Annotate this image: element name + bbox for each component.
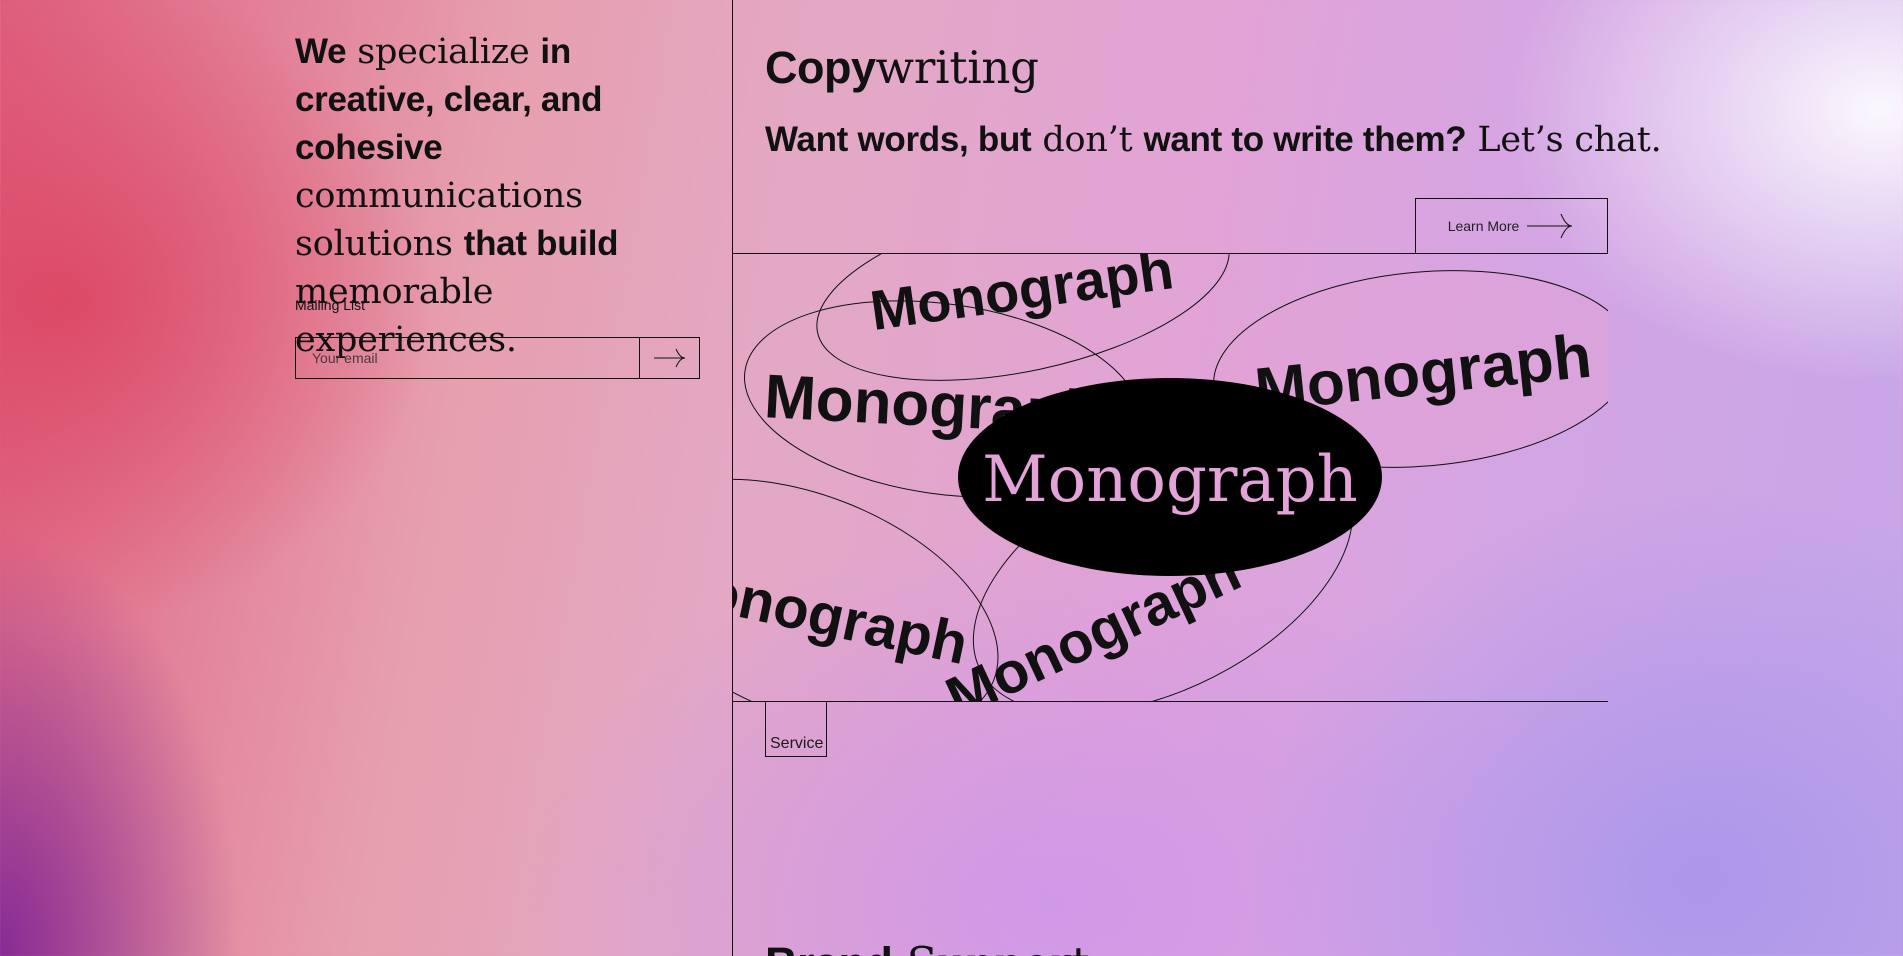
mailing-list-label: Mailing List xyxy=(295,297,366,313)
tagline-part4: Let’s chat. xyxy=(1466,120,1662,160)
monograph-word: Monograph xyxy=(733,548,973,677)
panel-divider-bottom xyxy=(733,701,1608,702)
mailing-list-form xyxy=(295,337,700,379)
next-service-title: Brand Support xyxy=(765,936,1090,956)
intro-text-5: that build xyxy=(463,224,619,263)
learn-more-button[interactable]: Learn More xyxy=(1415,198,1608,254)
monograph-oval-center: Monograph xyxy=(958,378,1382,576)
learn-more-label: Learn More xyxy=(1447,218,1520,234)
tagline-part1: Want words, but xyxy=(765,120,1032,159)
intro-text-2: specialize xyxy=(346,32,541,72)
tagline-part3: want to write them? xyxy=(1143,120,1467,159)
service-tagline: Want words, but don’t want to write them… xyxy=(765,118,1662,162)
tagline-part2: don’t xyxy=(1031,120,1144,160)
service-title: Copywriting xyxy=(765,40,1039,96)
arrow-right-icon xyxy=(1527,213,1573,239)
intro-text-1: We xyxy=(295,32,347,71)
mailing-submit-button[interactable] xyxy=(639,338,699,378)
email-input[interactable] xyxy=(296,338,639,378)
service-tag: Service xyxy=(765,702,827,757)
service-title-part1: Copy xyxy=(765,42,876,93)
intro-statement: We specialize in creative, clear, and co… xyxy=(295,28,715,364)
monograph-word: Monograph xyxy=(866,254,1177,342)
arrow-right-icon xyxy=(653,348,685,368)
monograph-word-highlight: Monograph xyxy=(982,443,1358,517)
monograph-illustration: Monograph Monograph Monograph Monograph … xyxy=(733,254,1608,701)
service-title-part2: writing xyxy=(875,41,1039,94)
next-title-part2: Support xyxy=(893,937,1090,956)
next-title-part1: Brand xyxy=(765,938,893,956)
